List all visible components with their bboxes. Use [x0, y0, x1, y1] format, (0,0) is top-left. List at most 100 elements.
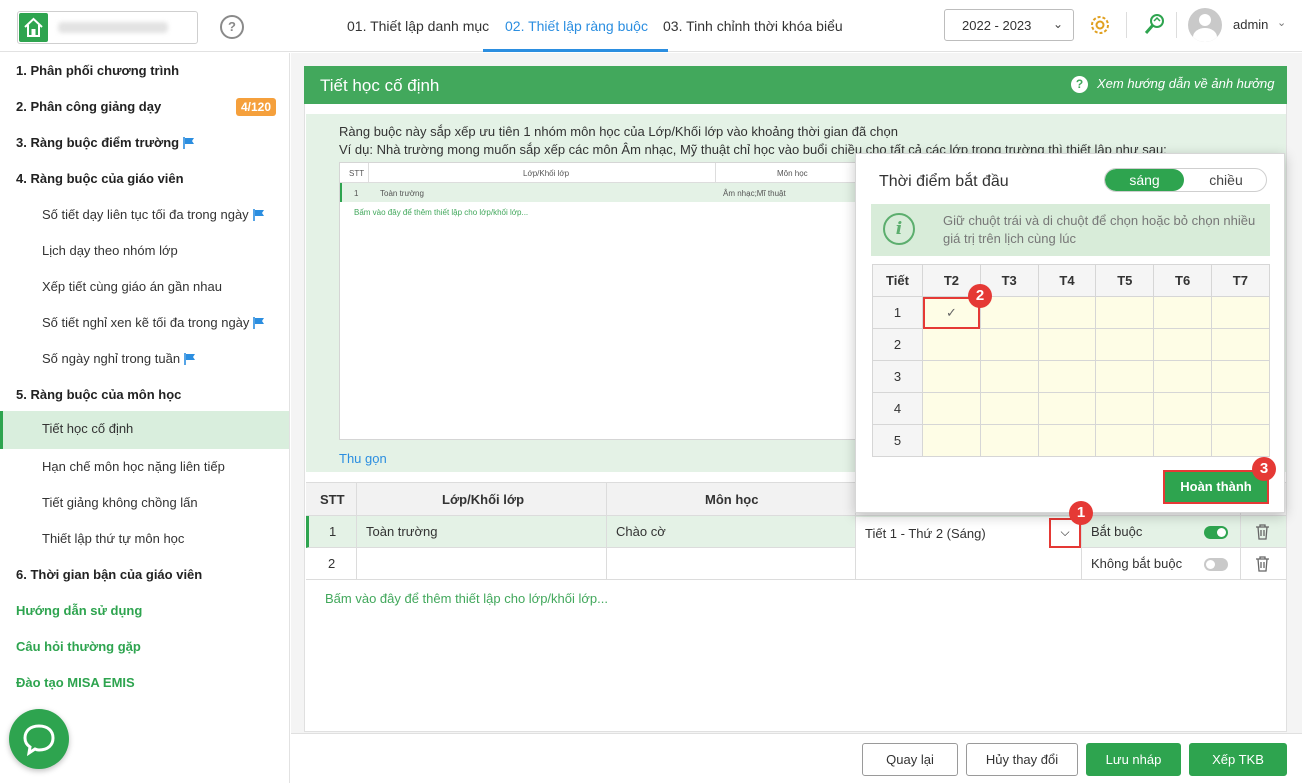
sidebar-item[interactable]: Tiết giảng không chồng lấn	[0, 485, 289, 521]
required-toggle[interactable]	[1204, 526, 1228, 539]
timetable-cell[interactable]	[1210, 392, 1270, 425]
timetable-cell[interactable]	[922, 392, 981, 425]
start-time-popup: Thời điểm bắt đầu sáng chiều i Giữ chuột…	[855, 153, 1285, 513]
collapse-link[interactable]: Thu gọn	[339, 451, 387, 466]
timetable-cell[interactable]	[1210, 328, 1270, 361]
row-subject[interactable]: Chào cờ	[616, 524, 666, 539]
timetable-cell[interactable]	[1095, 296, 1155, 329]
username[interactable]: admin	[1233, 17, 1268, 32]
sidebar-item[interactable]: Đào tạo MISA EMIS	[0, 665, 289, 701]
step-3-tab[interactable]: 03. Tinh chỉnh thời khóa biểu	[663, 18, 843, 34]
timetable-cell[interactable]	[1210, 296, 1270, 329]
row-class[interactable]: Toàn trường	[366, 524, 437, 539]
timetable-cell[interactable]	[1095, 328, 1155, 361]
required-label: Không bắt buộc	[1091, 556, 1183, 571]
sidebar-item[interactable]: Số ngày nghỉ trong tuần	[0, 341, 289, 377]
help-guide-link[interactable]: ? Xem hướng dẫn về ảnh hưởng	[1071, 76, 1274, 93]
sidebar-item[interactable]: Thiết lập thứ tự môn học	[0, 521, 289, 557]
sidebar-item[interactable]: 3. Ràng buộc điểm trường	[0, 125, 289, 161]
timetable-cell[interactable]	[1153, 328, 1212, 361]
preview-row-stt: 1	[354, 189, 359, 198]
timetable-cell[interactable]	[1153, 296, 1212, 329]
example-preview-image: STT Lớp/Khối lớp Môn học 1 Toàn trường Â…	[339, 162, 870, 440]
timetable-cell[interactable]	[1210, 424, 1270, 457]
active-step-indicator	[483, 49, 668, 52]
preview-row-subject: Âm nhạc;Mĩ thuật	[723, 189, 786, 198]
table-row[interactable]: 2 Không bắt buộc	[306, 548, 1286, 580]
add-setting-link[interactable]: Bấm vào đây để thêm thiết lập cho lớp/kh…	[325, 591, 608, 606]
sidebar-item[interactable]: Hướng dẫn sử dụng	[0, 593, 289, 629]
step-2-tab[interactable]: 02. Thiết lập ràng buộc	[505, 18, 648, 34]
segment-morning[interactable]: sáng	[1105, 169, 1184, 191]
school-selector[interactable]	[17, 11, 198, 44]
start-time-field[interactable]: Tiết 1 - Thứ 2 (Sáng)	[856, 517, 1081, 548]
timetable-cell[interactable]	[1153, 392, 1212, 425]
sidebar-item-label: Hướng dẫn sử dụng	[16, 603, 143, 618]
timetable-cell[interactable]	[1037, 328, 1097, 361]
trash-icon[interactable]	[1255, 524, 1270, 540]
timetable-cell[interactable]	[1037, 424, 1097, 457]
sidebar-item[interactable]: Hạn chế môn học nặng liên tiếp	[0, 449, 289, 485]
avatar-icon[interactable]	[1188, 8, 1222, 42]
sidebar-item[interactable]: 1. Phân phối chương trình	[0, 53, 289, 89]
sidebar-item-label: Số tiết dạy liên tục tối đa trong ngày	[42, 207, 265, 222]
wrench-icon[interactable]	[1142, 11, 1168, 37]
timetable-cell[interactable]	[922, 328, 981, 361]
timetable-cell[interactable]	[1095, 424, 1155, 457]
preview-header: STT Lớp/Khối lớp Môn học	[340, 163, 869, 183]
timetable-cell[interactable]	[1037, 360, 1097, 393]
col-divider	[356, 482, 357, 580]
back-button[interactable]: Quay lại	[862, 743, 958, 776]
flag-icon	[184, 353, 196, 365]
timetable-cell[interactable]	[1153, 424, 1212, 457]
timetable-cell[interactable]	[979, 328, 1039, 361]
segment-afternoon[interactable]: chiều	[1184, 169, 1266, 191]
sidebar-item[interactable]: Lịch dạy theo nhóm lớp	[0, 233, 289, 269]
col-stt: STT	[320, 492, 345, 507]
generate-schedule-button[interactable]: Xếp TKB	[1189, 743, 1287, 776]
sidebar-item-label: 3. Ràng buộc điểm trường	[16, 135, 195, 150]
sidebar-item[interactable]: Xếp tiết cùng giáo án gần nhau	[0, 269, 289, 305]
session-toggle[interactable]: sáng chiều	[1104, 168, 1267, 192]
sidebar-item[interactable]: 6. Thời gian bận của giáo viên	[0, 557, 289, 593]
sidebar-item[interactable]: 5. Ràng buộc của môn học	[0, 377, 289, 413]
timetable-cell[interactable]	[979, 360, 1039, 393]
preview-header-subject: Môn học	[777, 169, 808, 178]
timetable-cell[interactable]	[922, 424, 981, 457]
timetable-cell[interactable]	[979, 392, 1039, 425]
trash-icon[interactable]	[1255, 556, 1270, 572]
help-guide-label: Xem hướng dẫn về ảnh hưởng	[1097, 76, 1275, 91]
timetable-cell[interactable]	[1037, 296, 1097, 329]
top-bar: ? 01. Thiết lập danh mục 02. Thiết lập r…	[0, 0, 1302, 52]
help-icon[interactable]: ?	[220, 15, 244, 39]
required-toggle[interactable]	[1204, 558, 1228, 571]
start-time-value: Tiết 1 - Thứ 2 (Sáng)	[865, 526, 986, 541]
gear-icon[interactable]	[1088, 13, 1112, 37]
table-row[interactable]: 1 Toàn trường Chào cờ Bắt buộc	[306, 516, 1286, 548]
chat-support-icon[interactable]	[9, 709, 69, 769]
timetable-cell[interactable]	[1095, 392, 1155, 425]
home-icon[interactable]	[19, 13, 48, 42]
timetable-cell[interactable]	[1037, 392, 1097, 425]
check-icon: ✓	[945, 304, 957, 320]
sidebar-item[interactable]: Tiết học cố định	[0, 411, 289, 449]
timetable-cell[interactable]	[1153, 360, 1212, 393]
cancel-changes-button[interactable]: Hủy thay đổi	[966, 743, 1078, 776]
timetable-cell[interactable]	[922, 360, 981, 393]
day-header: T6	[1153, 264, 1212, 297]
chevron-down-icon[interactable]: ⌄	[1277, 16, 1286, 29]
sidebar-item[interactable]: Câu hỏi thường gặp	[0, 629, 289, 665]
school-year-select[interactable]: 2022 - 2023 ⌄	[944, 9, 1074, 41]
period-label: 5	[872, 424, 923, 457]
sidebar-item[interactable]: Số tiết dạy liên tục tối đa trong ngày	[0, 197, 289, 233]
timetable-cell[interactable]	[979, 424, 1039, 457]
save-draft-button[interactable]: Lưu nháp	[1086, 743, 1181, 776]
info-icon: i	[883, 213, 915, 245]
sidebar-item[interactable]: 4. Ràng buộc của giáo viên	[0, 161, 289, 197]
timetable-cell[interactable]	[1095, 360, 1155, 393]
sidebar-item[interactable]: 2. Phân công giảng dạy 4/120	[0, 89, 289, 125]
timetable-cell[interactable]	[1210, 360, 1270, 393]
step-1-tab[interactable]: 01. Thiết lập danh mục	[347, 18, 489, 34]
row-stt: 2	[328, 556, 336, 571]
sidebar-item[interactable]: Số tiết nghỉ xen kẽ tối đa trong ngày	[0, 305, 289, 341]
